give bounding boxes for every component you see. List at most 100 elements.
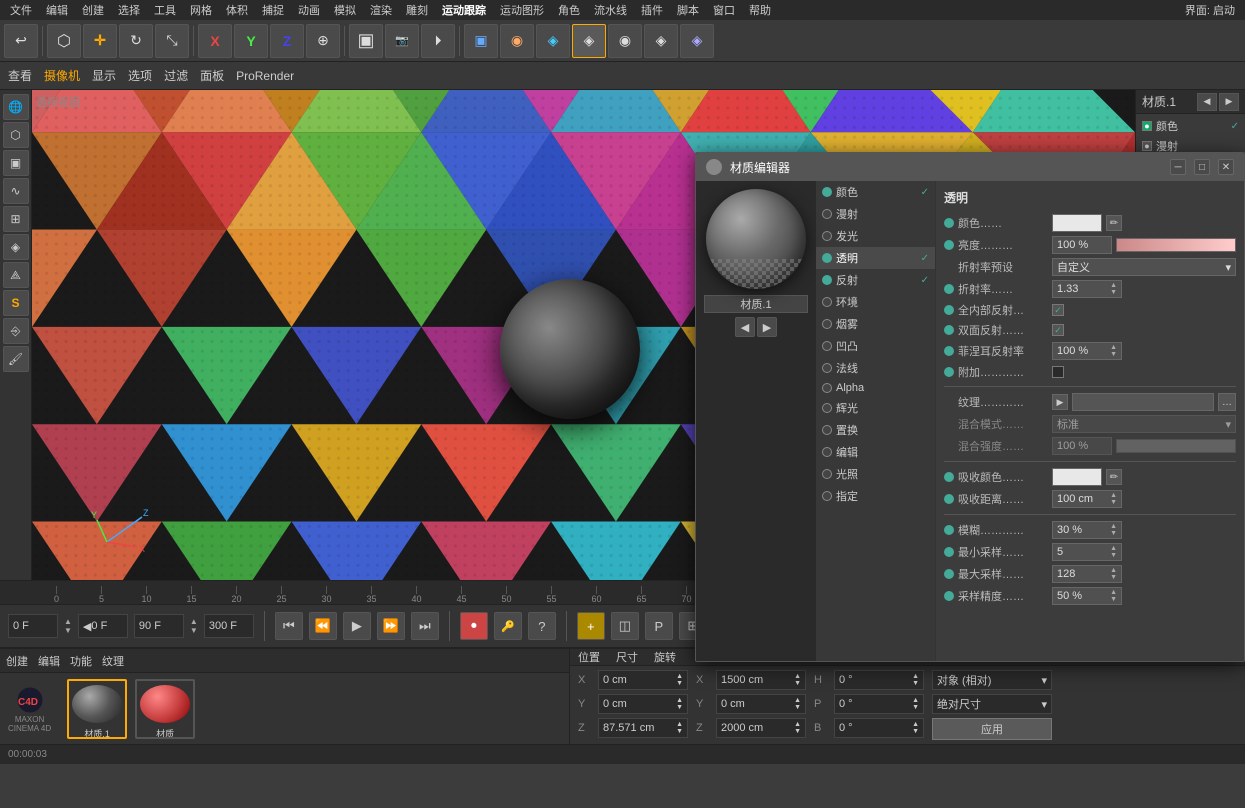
menu-volume[interactable]: 体积 bbox=[220, 2, 254, 18]
options-menu[interactable]: 选项 bbox=[128, 67, 152, 84]
ed-channel-glow[interactable]: 辉光 bbox=[816, 397, 935, 419]
channel-color[interactable]: ● 颜色 ✓ bbox=[1136, 116, 1245, 136]
world-space-button[interactable]: ⊕ bbox=[306, 24, 340, 58]
prop-min-samples-spinner[interactable]: 5 ▲ ▼ bbox=[1052, 543, 1122, 561]
prop-double-sided-checkbox[interactable]: ✓ bbox=[1052, 324, 1064, 336]
obj-prop-rotation-tab[interactable]: 旋转 bbox=[654, 649, 676, 665]
prop-absorption-pencil[interactable]: ✏ bbox=[1106, 469, 1122, 485]
mat-name-input[interactable] bbox=[704, 295, 808, 313]
transport-goto-start[interactable]: ⏮ bbox=[275, 612, 303, 640]
obj-size-mode-dropdown[interactable]: 绝对尺寸 ▾ bbox=[932, 694, 1052, 714]
ed-channel-fog[interactable]: 烟雾 bbox=[816, 313, 935, 335]
obj-apply-button[interactable]: 应用 bbox=[932, 718, 1052, 740]
transport-motion-clip3[interactable]: P bbox=[645, 612, 673, 640]
obj-coord-mode-dropdown[interactable]: 对象 (相对) ▾ bbox=[932, 670, 1052, 690]
mat-manager-function[interactable]: 功能 bbox=[70, 653, 92, 669]
ed-channel-displace[interactable]: 置换 bbox=[816, 419, 935, 441]
filter-menu[interactable]: 过滤 bbox=[164, 67, 188, 84]
transport-record-btn[interactable]: ⏺ bbox=[460, 612, 488, 640]
camera-menu[interactable]: 摄像机 bbox=[44, 67, 80, 84]
prop-min-samples-radio[interactable] bbox=[944, 547, 954, 557]
prop-refraction-radio[interactable] bbox=[944, 284, 954, 294]
prop-color-pencil[interactable]: ✏ bbox=[1106, 215, 1122, 231]
menu-create[interactable]: 创建 bbox=[76, 2, 110, 18]
menu-pipeline[interactable]: 流水线 bbox=[588, 2, 633, 18]
obj-size-x-field[interactable]: 1500 cm ▲ ▼ bbox=[716, 670, 806, 690]
rotate-tool-button[interactable]: ↻ bbox=[119, 24, 153, 58]
prop-sample-precision-spinner[interactable]: 50 % ▲ ▼ bbox=[1052, 587, 1122, 605]
prop-color-swatch[interactable] bbox=[1052, 214, 1102, 232]
menu-help[interactable]: 帮助 bbox=[743, 2, 777, 18]
prop-refraction-spinner[interactable]: 1.33 ▲ ▼ bbox=[1052, 280, 1122, 298]
menu-snap[interactable]: 捕捉 bbox=[256, 2, 290, 18]
transport-end-down[interactable]: ▼ bbox=[190, 626, 198, 635]
ed-channel-assign[interactable]: 指定 bbox=[816, 485, 935, 507]
obj-size-y-field[interactable]: 0 cm ▲ ▼ bbox=[716, 694, 806, 714]
menu-motion-track[interactable]: 运动跟踪 bbox=[436, 2, 492, 18]
view-menu[interactable]: 查看 bbox=[8, 67, 32, 84]
prop-color-radio[interactable] bbox=[944, 218, 954, 228]
mat-editor-minimize[interactable]: ─ bbox=[1170, 159, 1186, 175]
obj-y-down[interactable]: ▼ bbox=[676, 704, 683, 711]
prop-brightness-radio[interactable] bbox=[944, 240, 954, 250]
deform-button[interactable]: ◈ bbox=[536, 24, 570, 58]
cube-button[interactable]: ▣ bbox=[464, 24, 498, 58]
panel-menu[interactable]: 面板 bbox=[200, 67, 224, 84]
obj-z-up[interactable]: ▲ bbox=[676, 721, 683, 728]
menu-render[interactable]: 渲染 bbox=[364, 2, 398, 18]
menu-window[interactable]: 窗口 bbox=[707, 2, 741, 18]
mat-editor-maximize[interactable]: □ bbox=[1194, 159, 1210, 175]
prorender-menu[interactable]: ProRender bbox=[236, 69, 294, 83]
sidebar-icon-box[interactable]: ▣ bbox=[3, 150, 29, 176]
prop-sample-precision-radio[interactable] bbox=[944, 591, 954, 601]
transport-next-key[interactable]: ⏩ bbox=[377, 612, 405, 640]
prop-brightness-slider[interactable] bbox=[1116, 238, 1236, 252]
mat-prev-icon1[interactable]: ◀ bbox=[735, 317, 755, 337]
mat-thumb-1[interactable]: 材质.1 bbox=[67, 679, 127, 739]
prop-texture-play-btn[interactable]: ▶ bbox=[1052, 394, 1068, 410]
obj-prop-y-field[interactable]: 0 cm ▲ ▼ bbox=[598, 694, 688, 714]
obj-rp-down[interactable]: ▼ bbox=[912, 704, 919, 711]
camera-button[interactable]: 📷 bbox=[385, 24, 419, 58]
transport-frame-down[interactable]: ▼ bbox=[64, 626, 72, 635]
obj-sx-down[interactable]: ▼ bbox=[794, 680, 801, 687]
mat-prev-icon2[interactable]: ▶ bbox=[757, 317, 777, 337]
menu-simulate[interactable]: 模拟 bbox=[328, 2, 362, 18]
prop-double-sided-radio[interactable] bbox=[944, 325, 954, 335]
obj-rot-p-field[interactable]: 0 ° ▲ ▼ bbox=[834, 694, 924, 714]
menu-select[interactable]: 选择 bbox=[112, 2, 146, 18]
sidebar-icon-deform[interactable]: ⟁ bbox=[3, 262, 29, 288]
menu-animation[interactable]: 动画 bbox=[292, 2, 326, 18]
mat-thumb-2[interactable]: 材质 bbox=[135, 679, 195, 739]
sidebar-icon-spline[interactable]: ∿ bbox=[3, 178, 29, 204]
menu-mesh[interactable]: 网格 bbox=[184, 2, 218, 18]
transport-end-frame2[interactable]: 300 F bbox=[204, 614, 254, 638]
obj-sz-up[interactable]: ▲ bbox=[794, 721, 801, 728]
obj-rh-up[interactable]: ▲ bbox=[912, 673, 919, 680]
prop-absorption-dist-radio[interactable] bbox=[944, 494, 954, 504]
prop-blur-spinner[interactable]: 30 % ▲ ▼ bbox=[1052, 521, 1122, 539]
obj-prop-z-field[interactable]: 87.571 cm ▲ ▼ bbox=[598, 718, 688, 738]
prop-additive-checkbox[interactable] bbox=[1052, 366, 1064, 378]
obj-sy-down[interactable]: ▼ bbox=[794, 704, 801, 711]
mat-panel-btn2[interactable]: ▶ bbox=[1219, 93, 1239, 111]
move-tool-button[interactable]: ✛ bbox=[83, 24, 117, 58]
obj-rot-b-field[interactable]: 0 ° ▲ ▼ bbox=[834, 718, 924, 738]
transport-prev-frame[interactable]: ◀ 0 F bbox=[78, 614, 128, 638]
transport-play[interactable]: ▶ bbox=[343, 612, 371, 640]
menu-motion-graph[interactable]: 运动图形 bbox=[494, 2, 550, 18]
ed-channel-transparency[interactable]: 透明 ✓ bbox=[816, 247, 935, 269]
obj-sx-up[interactable]: ▲ bbox=[794, 673, 801, 680]
menu-character[interactable]: 角色 bbox=[552, 2, 586, 18]
prop-total-internal-checkbox[interactable]: ✓ bbox=[1052, 304, 1064, 316]
sidebar-icon-shapes[interactable]: ◈ bbox=[3, 234, 29, 260]
ed-channel-env[interactable]: 环境 bbox=[816, 291, 935, 313]
prop-texture-input[interactable] bbox=[1072, 393, 1214, 411]
extra-tool-3[interactable]: ◈ bbox=[644, 24, 678, 58]
ed-channel-emit[interactable]: 发光 bbox=[816, 225, 935, 247]
menu-file[interactable]: 文件 bbox=[4, 2, 38, 18]
menu-script[interactable]: 脚本 bbox=[671, 2, 705, 18]
ed-channel-bump[interactable]: 凹凸 bbox=[816, 335, 935, 357]
undo-button[interactable]: ↩ bbox=[4, 24, 38, 58]
transport-frame-up[interactable]: ▲ bbox=[64, 617, 72, 626]
